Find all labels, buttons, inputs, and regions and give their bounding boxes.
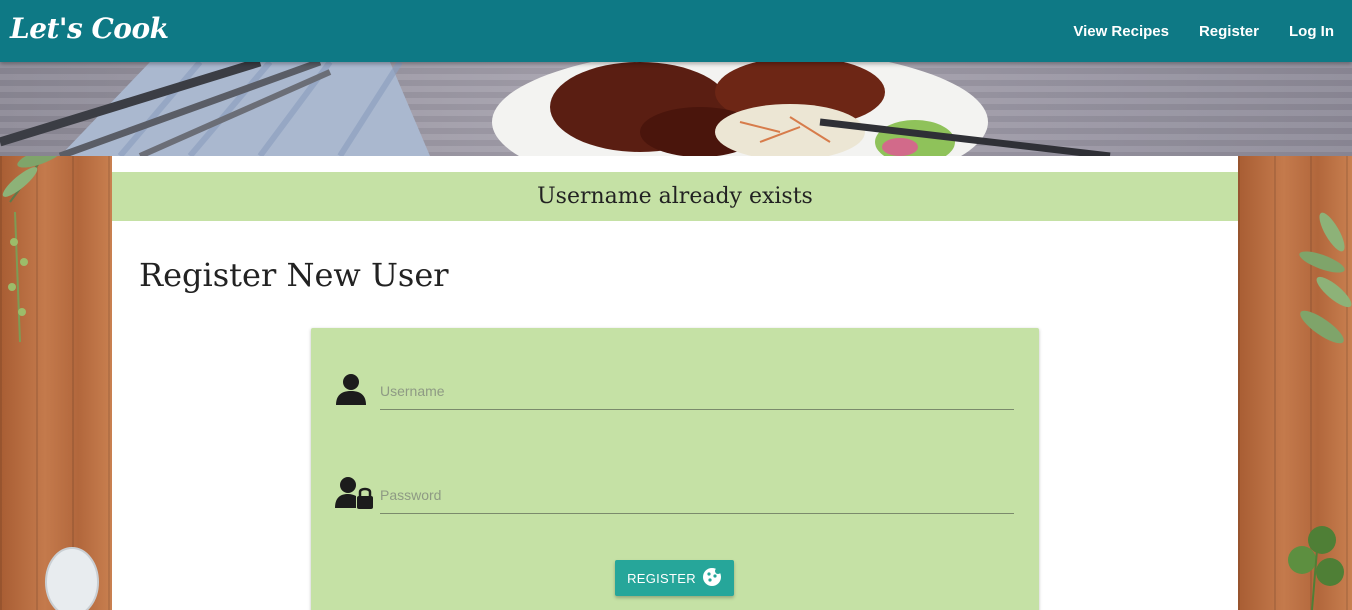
password-field-group bbox=[335, 476, 1015, 526]
hero-image bbox=[0, 62, 1352, 156]
hero-food-illustration bbox=[0, 62, 1111, 156]
username-input[interactable] bbox=[380, 372, 1014, 410]
user-icon bbox=[335, 372, 367, 406]
nav-link-register[interactable]: Register bbox=[1199, 23, 1259, 40]
nav-link-view-recipes[interactable]: View Recipes bbox=[1073, 23, 1169, 40]
spoon-decoration bbox=[45, 547, 99, 610]
brand-logo[interactable]: Let's Cook bbox=[10, 12, 169, 45]
main-content: Username already exists Register New Use… bbox=[112, 156, 1238, 610]
nav-links: View Recipes Register Log In bbox=[1073, 0, 1334, 62]
password-input[interactable] bbox=[380, 476, 1014, 514]
nav-link-log-in[interactable]: Log In bbox=[1289, 23, 1334, 40]
flash-message: Username already exists bbox=[112, 172, 1238, 221]
register-button[interactable]: REGISTER bbox=[615, 560, 734, 596]
register-form: REGISTER bbox=[311, 328, 1039, 610]
page-title: Register New User bbox=[139, 256, 449, 294]
navbar: Let's Cook View Recipes Register Log In bbox=[0, 0, 1352, 62]
username-field-group bbox=[335, 372, 1015, 422]
cookie-icon bbox=[702, 567, 722, 590]
herb-decoration-right bbox=[1299, 212, 1352, 344]
user-lock-icon bbox=[335, 476, 373, 510]
parsley-decoration bbox=[1288, 526, 1344, 610]
register-button-label: REGISTER bbox=[627, 570, 696, 586]
flash-message-text: Username already exists bbox=[537, 184, 813, 209]
